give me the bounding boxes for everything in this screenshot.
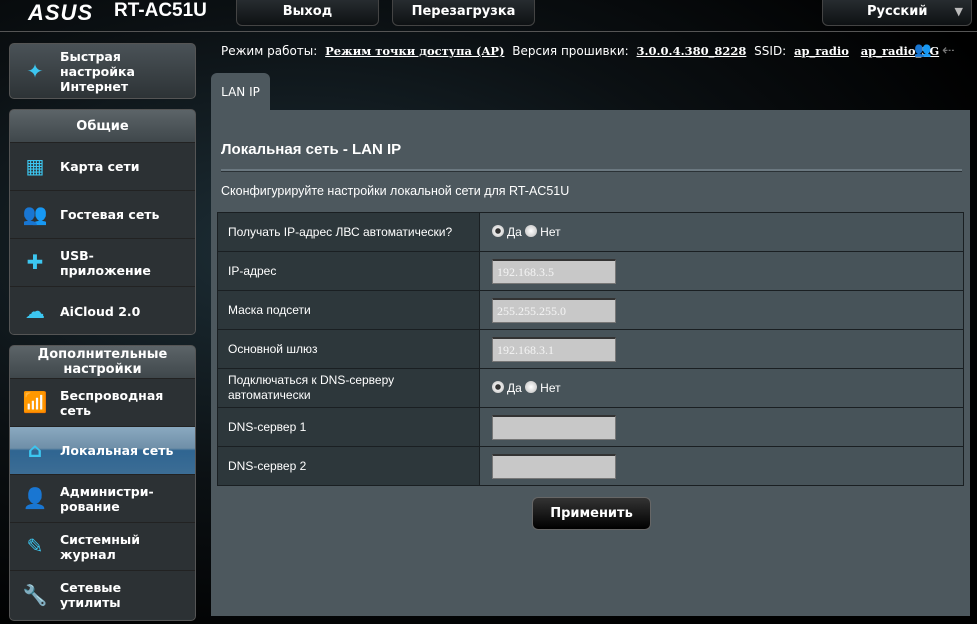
page-title: Локальная сеть - LAN IP	[221, 141, 402, 158]
radio-label: Да	[507, 381, 522, 395]
tab-lan-ip[interactable]: LAN IP	[211, 73, 270, 111]
ssid-label: SSID:	[754, 44, 787, 58]
quick-setup-label: Быстрая настройка Интернет	[60, 48, 135, 94]
dns2-input[interactable]	[492, 453, 616, 479]
asus-logo: ASUS	[28, 0, 94, 25]
dhcp-no-radio[interactable]	[525, 225, 538, 237]
label: Системный журнал	[60, 531, 140, 562]
label: Беспроводная сеть	[60, 387, 164, 418]
table-row: Маска подсети 255.255.255.0	[217, 290, 964, 330]
advanced-menu: Дополнительные настройки 📶 Беспроводная с…	[9, 345, 196, 621]
row-label: IP-адрес	[217, 251, 480, 291]
main-panel: Локальная сеть - LAN IP Сконфигурируйте …	[211, 110, 970, 616]
sidebar-item-aicloud[interactable]: ☁ AiCloud 2.0	[10, 287, 195, 334]
wifi-icon: 📶	[22, 390, 48, 414]
gateway-input[interactable]: 192.168.3.1	[492, 336, 616, 362]
row-label: DNS-сервер 2	[217, 446, 480, 486]
general-menu: Общие ▦ Карта сети 👥 Гостевая сеть ✚ USB-пр…	[9, 109, 196, 335]
logout-button[interactable]: Выход	[236, 0, 379, 26]
dns-auto-no-radio[interactable]	[525, 381, 538, 393]
cloud-icon: ☁	[25, 298, 45, 323]
radio-label: Нет	[540, 225, 561, 239]
row-label: DNS-сервер 1	[217, 407, 480, 447]
label: Сетевые утилиты	[60, 580, 122, 610]
sidebar-item-usb-app[interactable]: ✚ USB-приложение	[10, 239, 195, 287]
admin-user-icon: 👤	[22, 486, 48, 510]
sidebar-item-network-tools[interactable]: 🔧 Сетевые утилиты	[10, 571, 195, 619]
quick-setup-button[interactable]: ✦ Быстрая настройка Интернет	[9, 43, 196, 99]
sidebar-item-administration[interactable]: 👤 Администри-рование	[10, 475, 195, 523]
network-map-icon: ▦	[25, 154, 45, 178]
label: USB-приложение	[60, 247, 151, 278]
dns1-input[interactable]	[492, 414, 616, 440]
radio-label: Нет	[540, 381, 561, 395]
row-label: Маска подсети	[217, 290, 480, 330]
page-description: Сконфигурируйте настройки локальной сети…	[221, 184, 570, 198]
firmware-link[interactable]: 3.0.0.4.380_8228	[637, 44, 747, 58]
apply-button[interactable]: Применить	[532, 497, 651, 530]
label: Гостевая сеть	[60, 207, 160, 222]
magic-wand-icon: ✦	[26, 58, 44, 83]
mode-link[interactable]: Режим точки доступа (AP)	[325, 44, 504, 58]
log-edit-icon: ✎	[26, 534, 44, 558]
label: Карта сети	[60, 159, 140, 174]
table-row: Подключаться к DNS-серверу автоматически…	[217, 368, 964, 408]
row-label: Основной шлюз	[217, 329, 480, 369]
ssid-link-2g[interactable]: ap_radio	[794, 44, 849, 58]
chevron-down-icon: ▼	[954, 4, 963, 18]
row-label: Получать IP-адрес ЛВС автоматически?	[217, 212, 480, 252]
ip-address-input[interactable]: 192.168.3.5	[492, 258, 616, 284]
language-value: Русский	[867, 3, 928, 19]
wrench-icon: 🔧	[22, 582, 48, 607]
title-divider	[221, 169, 962, 172]
home-icon: ⌂	[27, 438, 43, 462]
general-title: Общие	[10, 110, 195, 143]
sidebar-item-system-log[interactable]: ✎ Системный журнал	[10, 523, 195, 571]
guest-users-icon: 👥	[22, 202, 48, 226]
model-name: RT-AC51U	[114, 0, 207, 21]
table-row: DNS-сервер 1	[217, 407, 964, 447]
reboot-button[interactable]: Перезагрузка	[392, 0, 535, 26]
sidebar-item-guest-network[interactable]: 👥 Гостевая сеть	[10, 191, 195, 239]
row-label: Подключаться к DNS-серверу автоматически	[228, 373, 395, 402]
usb-icon[interactable]: ⇠	[942, 41, 955, 59]
table-row: IP-адрес 192.168.3.5	[217, 251, 964, 291]
sidebar-item-lan[interactable]: ⌂ Локальная сеть	[10, 427, 195, 475]
label: AiCloud 2.0	[60, 303, 141, 319]
mode-label: Режим работы:	[221, 44, 318, 58]
lan-settings-table: Получать IP-адрес ЛВС автоматически? Да Н…	[217, 212, 964, 486]
sidebar-item-network-map[interactable]: ▦ Карта сети	[10, 143, 195, 191]
advanced-title: Дополнительные настройки	[10, 346, 195, 379]
label: Локальная сеть	[60, 443, 174, 458]
table-row: Получать IP-адрес ЛВС автоматически? Да Н…	[217, 212, 964, 252]
table-row: DNS-сервер 2	[217, 446, 964, 486]
dns-auto-yes-radio[interactable]	[492, 381, 504, 393]
radio-label: Да	[507, 225, 522, 239]
table-row: Основной шлюз 192.168.3.1	[217, 329, 964, 369]
language-select[interactable]: Русский ▼	[822, 0, 972, 26]
label: Администри-рование	[60, 483, 154, 514]
firmware-label: Версия прошивки:	[512, 44, 629, 58]
status-bar: Режим работы: Режим точки доступа (AP) В…	[221, 44, 943, 58]
subnet-mask-input[interactable]: 255.255.255.0	[492, 297, 616, 323]
dhcp-yes-radio[interactable]	[492, 225, 504, 237]
puzzle-icon: ✚	[26, 250, 44, 274]
clients-icon[interactable]: 👥	[914, 42, 931, 58]
sidebar-item-wireless[interactable]: 📶 Беспроводная сеть	[10, 379, 195, 427]
header-divider	[0, 31, 977, 32]
